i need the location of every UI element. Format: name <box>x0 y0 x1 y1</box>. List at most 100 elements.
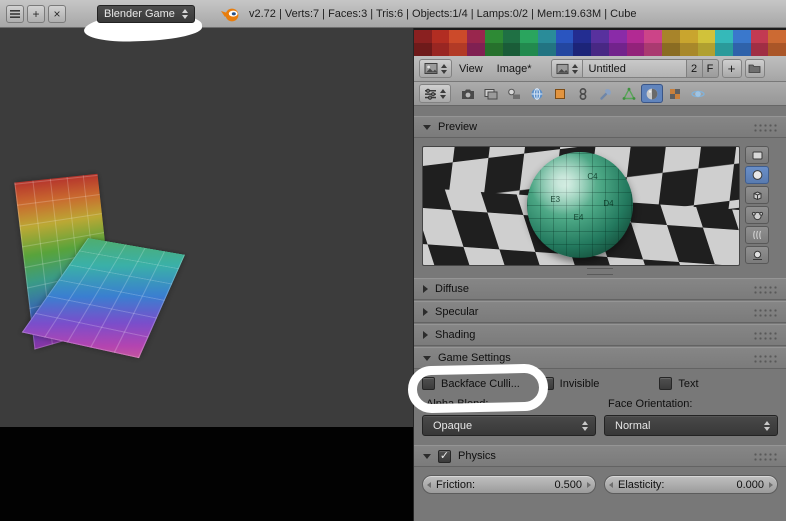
image-editor-icon <box>424 63 438 74</box>
panel-grip-icon[interactable] <box>753 353 777 363</box>
physics-icon <box>691 90 705 97</box>
editor-type-button[interactable] <box>6 4 24 23</box>
tab-object-data[interactable] <box>618 84 640 103</box>
preview-monkey-button[interactable] <box>745 206 769 224</box>
wrench-icon <box>600 88 611 100</box>
viewport-canvas[interactable] <box>0 28 413 427</box>
tab-scene[interactable] <box>503 84 525 103</box>
panel-header-specular[interactable]: Specular <box>414 301 786 323</box>
palette-swatch <box>715 43 733 56</box>
palette-swatch <box>520 43 539 56</box>
panel-grip-icon[interactable] <box>753 451 777 461</box>
image-editor-type-button[interactable] <box>419 59 452 78</box>
viewport-3d[interactable] <box>0 28 413 521</box>
image-menu[interactable]: Image* <box>490 63 539 75</box>
palette-swatch <box>431 43 450 56</box>
panel-shading: Shading <box>414 324 786 346</box>
material-icon <box>646 88 658 99</box>
alpha-blend-dropdown[interactable]: Opaque <box>422 415 596 436</box>
elasticity-slider[interactable]: Elasticity: 0.000 <box>604 475 778 494</box>
panel-header-preview[interactable]: Preview <box>414 116 786 138</box>
new-image-button[interactable]: + <box>721 59 742 78</box>
panel-grip-icon[interactable] <box>753 122 777 132</box>
increment-arrow-icon[interactable] <box>769 482 773 488</box>
chevron-updown-icon <box>764 420 770 431</box>
panel-physics: ✓ Physics Friction: 0.500 Elasticity: 0.… <box>414 445 786 502</box>
preview-cube-button[interactable] <box>745 186 769 204</box>
sphere-label: C4 <box>587 172 598 182</box>
face-orientation-dropdown[interactable]: Normal <box>604 415 778 436</box>
image-users-button[interactable]: 2 <box>686 59 703 78</box>
palette-swatch <box>520 30 539 43</box>
preview-resize-handle[interactable] <box>414 266 786 276</box>
palette-swatch <box>697 30 716 43</box>
palette-swatch <box>697 43 716 56</box>
panel-header-diffuse[interactable]: Diffuse <box>414 278 786 300</box>
scene-icon <box>508 88 520 99</box>
palette-swatch <box>768 43 786 56</box>
collapse-arrow-icon <box>423 331 428 339</box>
collapse-arrow-icon <box>423 355 431 361</box>
open-image-button[interactable] <box>744 59 765 78</box>
tab-material[interactable] <box>641 84 663 103</box>
texture-icon <box>670 88 680 99</box>
monkey-icon <box>751 211 763 221</box>
tab-constraints[interactable] <box>572 84 594 103</box>
palette-swatch <box>750 43 769 56</box>
panel-header-physics[interactable]: ✓ Physics <box>414 445 786 467</box>
preview-hair-button[interactable] <box>745 226 769 244</box>
palette-swatch <box>414 30 432 43</box>
decrement-arrow-icon[interactable] <box>427 482 431 488</box>
image-browse-button[interactable] <box>550 59 583 78</box>
panel-grip-icon[interactable] <box>753 330 777 340</box>
physics-enable-checkbox[interactable]: ✓ <box>438 449 451 463</box>
collapse-arrow-icon <box>423 124 431 130</box>
palette-swatch <box>555 30 574 43</box>
tab-world[interactable] <box>526 84 548 103</box>
palette-swatch <box>502 43 521 56</box>
empty-editor-area <box>0 427 413 521</box>
right-region: View Image* Untitled 2 F + Preview C4 D4… <box>413 28 786 521</box>
chevron-updown-icon <box>582 420 588 431</box>
panel-grip-icon[interactable] <box>753 284 777 294</box>
hair-icon <box>752 230 761 240</box>
folder-icon <box>748 64 761 73</box>
palette-swatch <box>431 30 450 43</box>
preview-sphere-sky-button[interactable] <box>745 246 769 264</box>
decrement-arrow-icon[interactable] <box>609 482 613 488</box>
checkbox-icon[interactable] <box>659 377 673 390</box>
invisible-checkbox[interactable]: Invisible <box>540 377 660 390</box>
preview-sphere-button[interactable] <box>745 166 769 184</box>
add-window-button[interactable]: + <box>27 4 45 23</box>
text-checkbox[interactable]: Text <box>659 377 778 390</box>
tab-modifiers[interactable] <box>595 84 617 103</box>
checkbox-label: Invisible <box>559 377 600 390</box>
annotation-highlight-backface <box>407 363 549 414</box>
panel-title: Physics <box>458 450 496 462</box>
chevron-updown-icon <box>441 63 447 74</box>
view-menu[interactable]: View <box>452 63 490 75</box>
checkbox-label: Text <box>678 377 699 390</box>
palette-swatch <box>573 30 592 43</box>
palette-swatch <box>484 30 503 43</box>
properties-editor-type-button[interactable] <box>419 84 451 103</box>
fake-user-button[interactable]: F <box>702 59 719 78</box>
palette-swatch <box>626 43 645 56</box>
panel-header-shading[interactable]: Shading <box>414 324 786 346</box>
increment-arrow-icon[interactable] <box>587 482 591 488</box>
friction-slider[interactable]: Friction: 0.500 <box>422 475 596 494</box>
palette-swatch <box>573 43 592 56</box>
close-window-button[interactable]: × <box>48 4 66 23</box>
tab-physics[interactable] <box>687 84 709 103</box>
preview-flat-button[interactable] <box>745 146 769 164</box>
tab-render[interactable] <box>457 84 479 103</box>
tab-object[interactable] <box>549 84 571 103</box>
tab-texture[interactable] <box>664 84 686 103</box>
tab-render-layers[interactable] <box>480 84 502 103</box>
palette-swatch <box>591 43 609 56</box>
panel-grip-icon[interactable] <box>753 307 777 317</box>
panel-diffuse: Diffuse <box>414 278 786 300</box>
engine-dropdown[interactable]: Blender Game <box>97 4 195 23</box>
palette-swatch <box>449 43 468 56</box>
image-name-field[interactable]: Untitled <box>582 59 687 78</box>
